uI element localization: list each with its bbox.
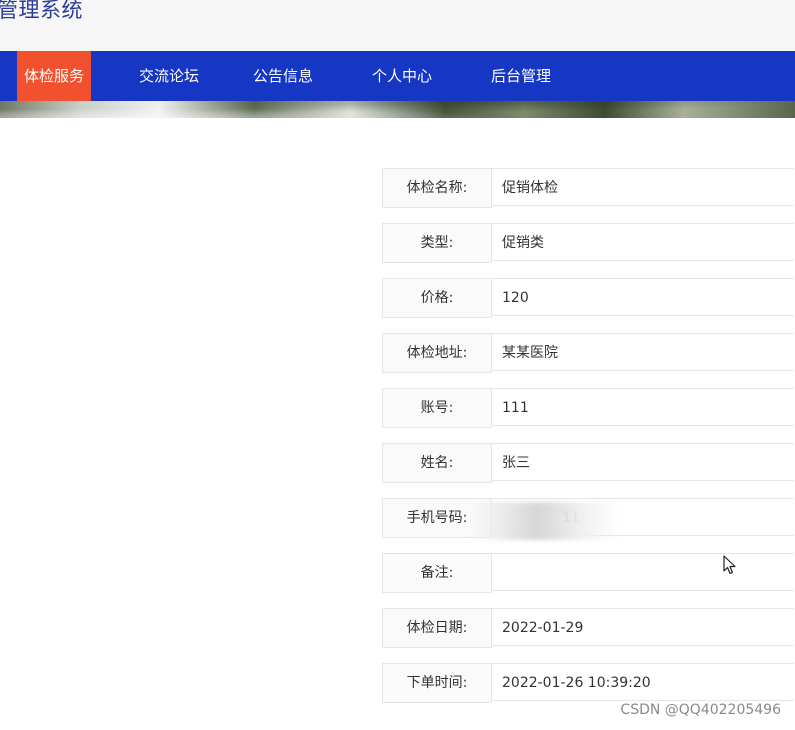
row-label: 体检日期: bbox=[382, 608, 492, 648]
row-value: 120 bbox=[491, 278, 794, 316]
detail-row-address: 体检地址: 某某医院 bbox=[382, 333, 795, 373]
row-label: 手机号码: bbox=[382, 498, 492, 538]
row-label: 价格: bbox=[382, 278, 492, 318]
detail-row-exam-name: 体检名称: 促销体检 bbox=[382, 168, 795, 208]
nav-item-exam-service[interactable]: 体检服务 bbox=[17, 51, 92, 101]
watermark-text: CSDN @QQ402205496 bbox=[620, 702, 781, 718]
row-value: 某某医院 bbox=[491, 333, 794, 371]
row-value: 张三 bbox=[491, 443, 794, 481]
site-title: 管理系统 bbox=[0, 0, 83, 22]
mouse-cursor-icon bbox=[723, 555, 736, 575]
detail-row-account: 账号: 111 bbox=[382, 388, 795, 428]
detail-row-name: 姓名: 张三 bbox=[382, 443, 795, 483]
row-value: 2022-01-29 bbox=[491, 608, 794, 646]
row-label: 类型: bbox=[382, 223, 492, 263]
main-navbar: 体检服务 交流论坛 公告信息 个人中心 后台管理 bbox=[0, 51, 795, 101]
row-value: 促销体检 bbox=[491, 168, 794, 206]
detail-row-price: 价格: 120 bbox=[382, 278, 795, 318]
nav-item-forum[interactable]: 交流论坛 bbox=[139, 51, 199, 101]
row-label: 下单时间: bbox=[382, 663, 492, 703]
row-label: 备注: bbox=[382, 553, 492, 593]
detail-row-order-time: 下单时间: 2022-01-26 10:39:20 bbox=[382, 663, 795, 703]
row-value: 111 bbox=[491, 388, 794, 426]
row-value: 2022-01-26 10:39:20 bbox=[491, 663, 794, 701]
detail-row-phone: 手机号码: 11 bbox=[382, 498, 795, 538]
row-label: 姓名: bbox=[382, 443, 492, 483]
nav-item-admin[interactable]: 后台管理 bbox=[491, 51, 551, 101]
row-value bbox=[491, 553, 794, 591]
detail-row-type: 类型: 促销类 bbox=[382, 223, 795, 263]
top-header: 管理系统 bbox=[0, 0, 795, 51]
banner-image bbox=[0, 101, 795, 118]
nav-item-personal-center[interactable]: 个人中心 bbox=[372, 51, 432, 101]
row-value: 促销类 bbox=[491, 223, 794, 261]
row-label: 账号: bbox=[382, 388, 492, 428]
detail-row-exam-date: 体检日期: 2022-01-29 bbox=[382, 608, 795, 648]
row-label: 体检地址: bbox=[382, 333, 492, 373]
phone-value: 11 bbox=[562, 510, 580, 526]
detail-table: 体检名称: 促销体检 类型: 促销类 价格: 120 体检地址: 某某医院 账号… bbox=[382, 168, 795, 718]
row-value: 11 bbox=[491, 498, 794, 536]
row-label: 体检名称: bbox=[382, 168, 492, 208]
nav-item-announcements[interactable]: 公告信息 bbox=[253, 51, 313, 101]
